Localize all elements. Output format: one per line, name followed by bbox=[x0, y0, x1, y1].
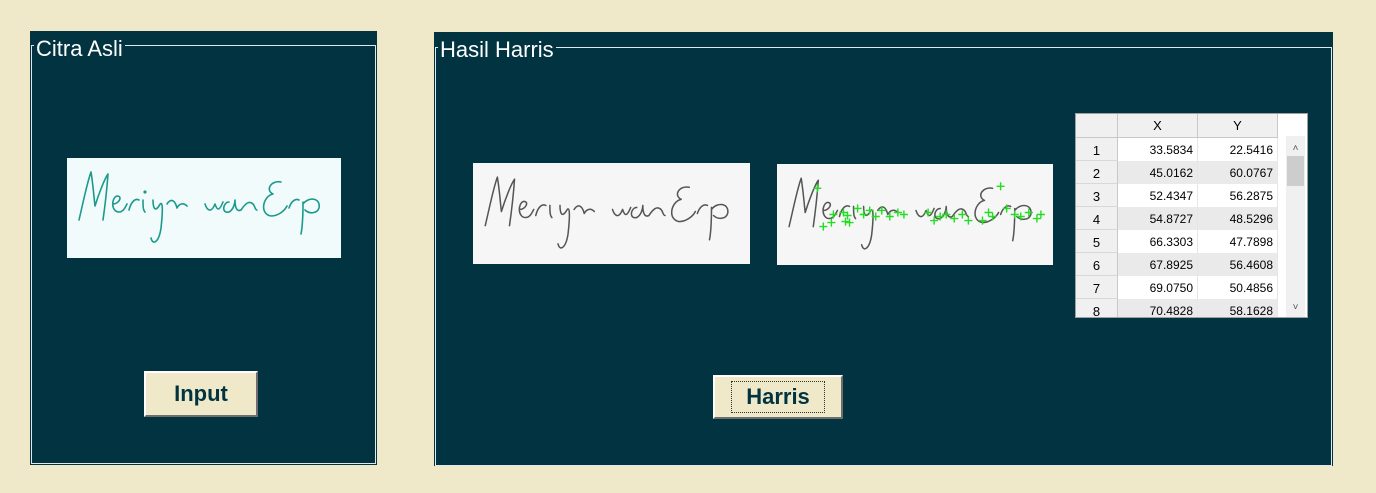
corner-marker-icon bbox=[964, 216, 973, 225]
corner-marker-icon bbox=[853, 204, 862, 213]
cell-x[interactable]: 33.5834 bbox=[1118, 138, 1198, 161]
input-button[interactable]: Input bbox=[144, 371, 258, 417]
harris-corners-image bbox=[777, 164, 1053, 265]
cell-x[interactable]: 67.8925 bbox=[1118, 253, 1198, 276]
cell-y[interactable]: 50.4856 bbox=[1198, 276, 1278, 299]
table-row[interactable]: 7 69.0750 50.4856 bbox=[1076, 276, 1278, 299]
harris-button-label: Harris bbox=[731, 381, 825, 413]
table-header: X Y bbox=[1076, 114, 1278, 138]
scroll-up-arrow-icon[interactable]: ˄ bbox=[1286, 140, 1305, 156]
table-vertical-scrollbar[interactable]: ˄ ˅ bbox=[1286, 136, 1305, 317]
cell-y[interactable]: 47.7898 bbox=[1198, 230, 1278, 253]
corner-marker-icon bbox=[1036, 210, 1045, 219]
cell-x[interactable]: 69.0750 bbox=[1118, 276, 1198, 299]
original-image-panel-title: Citra Asli bbox=[34, 36, 125, 62]
row-index[interactable]: 2 bbox=[1076, 161, 1118, 184]
row-index[interactable]: 5 bbox=[1076, 230, 1118, 253]
cell-x[interactable]: 45.0162 bbox=[1118, 161, 1198, 184]
cell-x[interactable]: 70.4828 bbox=[1118, 299, 1198, 317]
cell-y[interactable]: 56.2875 bbox=[1198, 184, 1278, 207]
corner-marker-icon bbox=[996, 182, 1005, 191]
corner-marker-icon bbox=[988, 212, 997, 221]
cell-x[interactable]: 54.8727 bbox=[1118, 207, 1198, 230]
cell-y[interactable]: 60.0767 bbox=[1198, 161, 1278, 184]
cell-x[interactable]: 66.3303 bbox=[1118, 230, 1198, 253]
row-index[interactable]: 6 bbox=[1076, 253, 1118, 276]
table-body: 1 33.5834 22.5416 2 45.0162 60.0767 3 52.4347 56… bbox=[1076, 138, 1278, 317]
cell-x[interactable]: 52.4347 bbox=[1118, 184, 1198, 207]
grayscale-signature-image bbox=[473, 163, 750, 264]
column-header-x[interactable]: X bbox=[1118, 114, 1198, 138]
signature-teal-drawing bbox=[78, 171, 320, 243]
table-row[interactable]: 3 52.4347 56.2875 bbox=[1076, 184, 1278, 207]
row-index[interactable]: 1 bbox=[1076, 138, 1118, 161]
corner-marker-icon bbox=[978, 216, 987, 225]
corner-marker-icon bbox=[827, 218, 836, 227]
row-index[interactable]: 3 bbox=[1076, 184, 1118, 207]
corner-coordinates-table[interactable]: X Y 1 33.5834 22.5416 2 45.0162 60.0767 3 52.43… bbox=[1075, 113, 1308, 318]
table-row[interactable]: 6 67.8925 56.4608 bbox=[1076, 253, 1278, 276]
table-row[interactable]: 1 33.5834 22.5416 bbox=[1076, 138, 1278, 161]
cell-y[interactable]: 48.5296 bbox=[1198, 207, 1278, 230]
table-row[interactable]: 5 66.3303 47.7898 bbox=[1076, 230, 1278, 253]
scroll-thumb[interactable] bbox=[1287, 156, 1304, 186]
row-index[interactable]: 4 bbox=[1076, 207, 1118, 230]
input-button-label: Input bbox=[174, 381, 228, 406]
scroll-down-arrow-icon[interactable]: ˅ bbox=[1286, 299, 1305, 315]
row-index[interactable]: 7 bbox=[1076, 276, 1118, 299]
corner-marker-icon bbox=[984, 208, 993, 217]
corner-marker-icon bbox=[1032, 214, 1041, 223]
cell-y[interactable]: 58.1628 bbox=[1198, 299, 1278, 317]
corner-marker-icon bbox=[1024, 208, 1033, 217]
harris-button[interactable]: Harris bbox=[713, 375, 843, 419]
table-row[interactable]: 4 54.8727 48.5296 bbox=[1076, 207, 1278, 230]
cell-y[interactable]: 56.4608 bbox=[1198, 253, 1278, 276]
original-signature-image bbox=[67, 158, 341, 258]
signature-gray-drawing bbox=[484, 176, 729, 249]
corner-marker-icon bbox=[950, 214, 959, 223]
corner-marker-icon bbox=[859, 210, 868, 219]
corner-marker-icon bbox=[841, 217, 850, 226]
corner-marker-icon bbox=[893, 208, 902, 217]
harris-result-panel-title: Hasil Harris bbox=[438, 37, 556, 63]
table-row[interactable]: 8 70.4828 58.1628 bbox=[1076, 299, 1278, 317]
cell-y[interactable]: 22.5416 bbox=[1198, 138, 1278, 161]
corner-marker-icon bbox=[899, 210, 908, 219]
column-header-y[interactable]: Y bbox=[1198, 114, 1278, 138]
harris-corner-drawing bbox=[788, 177, 1045, 250]
table-row[interactable]: 2 45.0162 60.0767 bbox=[1076, 161, 1278, 184]
row-index[interactable]: 8 bbox=[1076, 299, 1118, 317]
row-header-corner bbox=[1076, 114, 1118, 138]
corner-marker-icon bbox=[845, 218, 854, 227]
corner-marker-icon bbox=[819, 222, 828, 231]
